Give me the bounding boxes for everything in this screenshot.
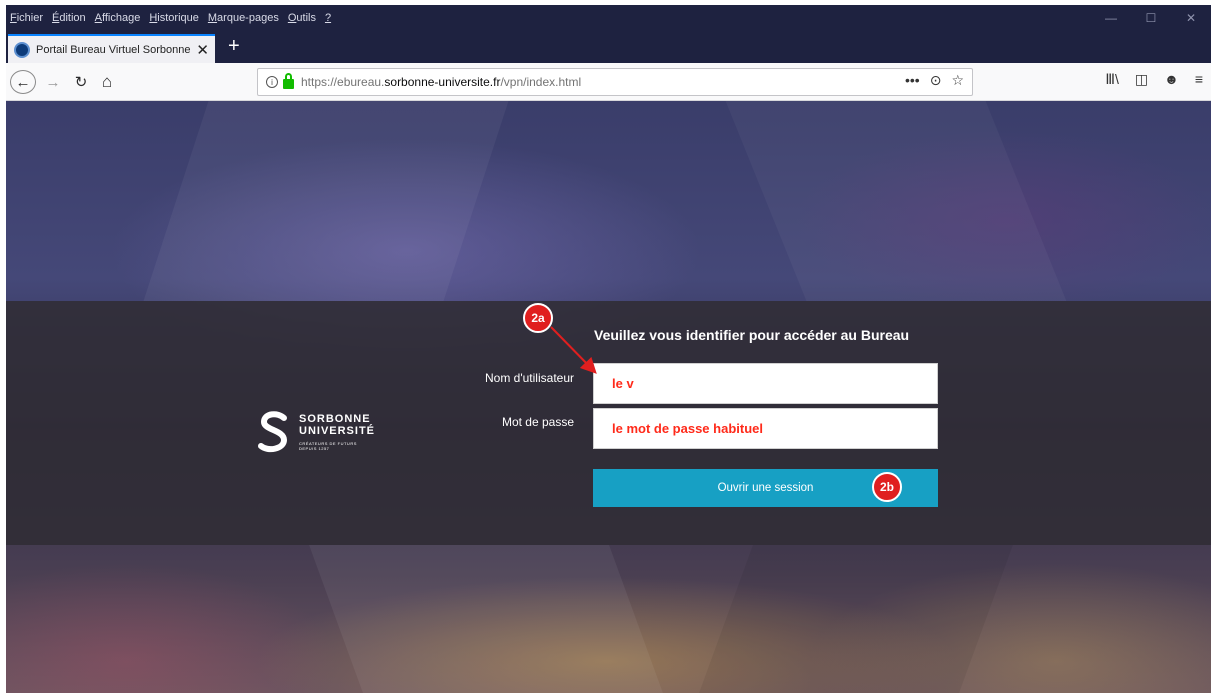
minimize-button[interactable]: — [1091, 5, 1131, 31]
username-label: Nom d'utilisateur [485, 371, 574, 385]
navigation-bar: ← → ↻ ⌂ i https://ebureau. sorbonne-unive… [6, 63, 1211, 101]
browser-window: Fichier Édition Affichage Historique Mar… [6, 5, 1211, 693]
menu-edition[interactable]: Édition [52, 12, 86, 24]
url-path: /vpn/index.html [500, 75, 582, 89]
sidebar-icon[interactable]: ◫ [1135, 71, 1148, 88]
password-label: Mot de passe [501, 415, 574, 429]
library-icon[interactable]: Ⅲ\ [1105, 71, 1119, 88]
pocket-icon[interactable]: ⊙ [930, 72, 942, 89]
login-title: Veuillez vous identifier pour accéder au… [594, 327, 910, 343]
menu-historique[interactable]: Historique [149, 12, 199, 24]
page-content: SORBONNE UNIVERSITÉ CRÉATEURS DE FUTURS … [6, 101, 1211, 693]
menu-marque-pages[interactable]: Marque-pages [208, 12, 279, 24]
forward-arrow-icon[interactable]: → [42, 70, 64, 94]
annotation-step-2a: 2a [523, 303, 553, 333]
login-panel: SORBONNE UNIVERSITÉ CRÉATEURS DE FUTURS … [6, 301, 1211, 545]
url-actions: ••• ⊙ ☆ [905, 72, 964, 89]
tab-portail[interactable]: Portail Bureau Virtuel Sorbonne ✕ [8, 34, 215, 63]
bookmark-star-icon[interactable]: ☆ [951, 72, 964, 89]
username-field[interactable]: le v [593, 363, 938, 404]
new-tab-button[interactable]: + [228, 35, 240, 57]
logo-tagline2: DEPUIS 1257 [299, 446, 330, 451]
favicon-icon [14, 41, 30, 58]
background-facet [143, 101, 509, 301]
home-icon[interactable]: ⌂ [96, 70, 118, 94]
back-arrow-icon[interactable]: ← [10, 70, 36, 94]
close-tab-icon[interactable]: ✕ [196, 41, 209, 59]
menu-help[interactable]: ? [325, 12, 331, 24]
background-facet [699, 545, 1013, 693]
reload-icon[interactable]: ↻ [70, 70, 92, 94]
menu-fichier[interactable]: Fichier [10, 12, 43, 24]
menu-bar: Fichier Édition Affichage Historique Mar… [6, 5, 1211, 31]
toolbar-right: Ⅲ\ ◫ ☻ ≡ [1105, 71, 1203, 88]
background-facet [309, 545, 663, 693]
annotation-step-2b: 2b [872, 472, 902, 502]
username-value: le v [612, 376, 634, 391]
maximize-button[interactable]: ☐ [1131, 5, 1171, 31]
url-prefix: https://ebureau. [301, 75, 385, 89]
info-icon[interactable]: i [266, 76, 278, 88]
background-facet [725, 101, 1067, 301]
menu-outils[interactable]: Outils [288, 12, 316, 24]
page-actions-icon[interactable]: ••• [905, 72, 920, 89]
tab-title: Portail Bureau Virtuel Sorbonne [36, 43, 191, 56]
sorbonne-emblem-icon [258, 411, 288, 453]
logo-line2: UNIVERSITÉ [299, 425, 376, 437]
password-field[interactable]: le mot de passe habituel [593, 408, 938, 449]
menu-affichage[interactable]: Affichage [95, 12, 141, 24]
close-window-button[interactable]: ✕ [1171, 5, 1211, 31]
url-domain: sorbonne-universite.fr [384, 75, 501, 89]
logo-line1: SORBONNE [299, 413, 371, 425]
account-icon[interactable]: ☻ [1164, 71, 1179, 88]
sorbonne-logo: SORBONNE UNIVERSITÉ CRÉATEURS DE FUTURS … [256, 410, 396, 455]
hamburger-menu-icon[interactable]: ≡ [1195, 71, 1203, 88]
password-value: le mot de passe habituel [612, 421, 763, 436]
url-bar[interactable]: i https://ebureau. sorbonne-universite.fr… [257, 68, 973, 96]
tab-bar: Portail Bureau Virtuel Sorbonne ✕ + [6, 31, 1211, 63]
lock-icon [283, 73, 294, 89]
